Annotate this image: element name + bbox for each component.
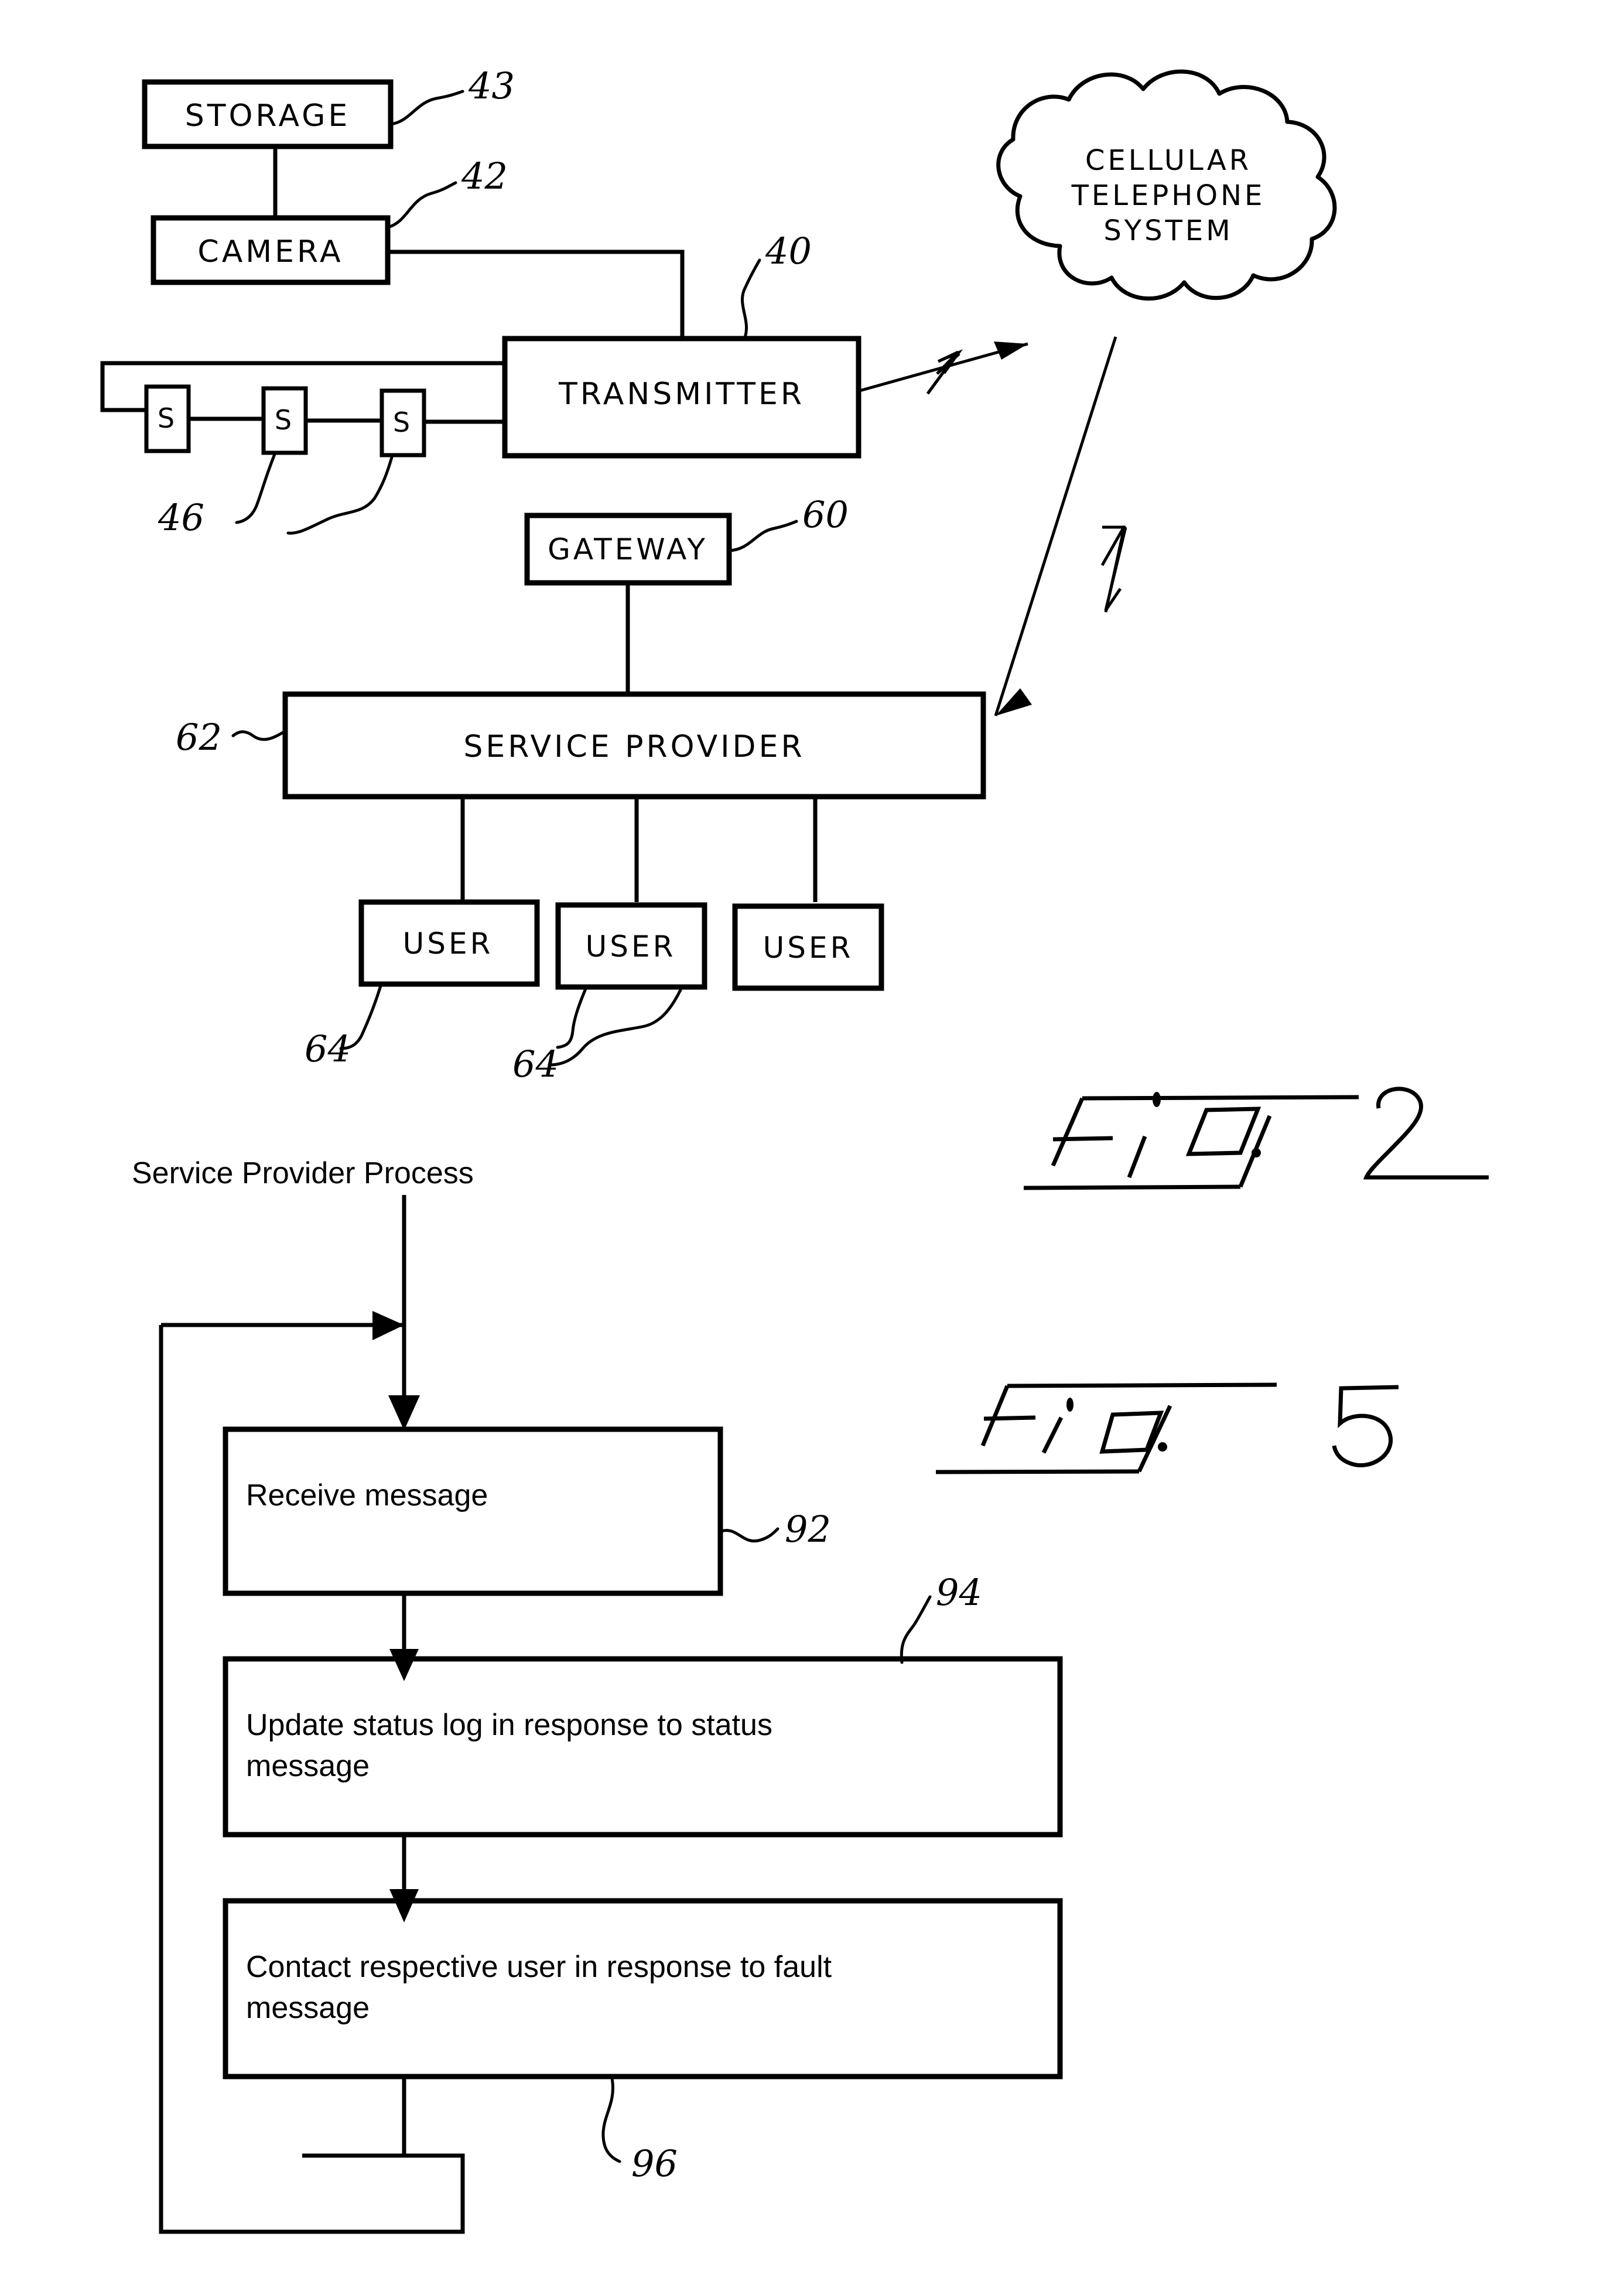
ref-number-62: 62 xyxy=(176,716,222,759)
transmitter-label: TRANSMITTER xyxy=(558,377,805,412)
camera-block: CAMERA xyxy=(151,215,391,285)
figure-5-group: Service Provider Process Receive message… xyxy=(132,1156,1399,2234)
link-94-96-arrowhead xyxy=(389,1889,419,1922)
service-provider-label: SERVICE PROVIDER xyxy=(463,729,805,764)
cloud-label-line-3: SYSTEM xyxy=(1103,214,1233,247)
feedback-arrowhead xyxy=(372,1311,404,1340)
ref-42-leader xyxy=(386,181,457,229)
ref-number-64-left: 64 xyxy=(305,1027,351,1070)
patent-figures-svg: STORAGE 43 CAMERA 42 TRANSMITTER 40 S S … xyxy=(100,64,1489,2234)
transmitter-block: TRANSMITTER xyxy=(502,336,861,459)
sensor-block-3: S xyxy=(379,388,426,457)
figure-5-caption xyxy=(935,1382,1399,1474)
figure-2-caption xyxy=(1023,1087,1489,1190)
user-3-label: USER xyxy=(763,931,854,965)
sensor-2-label: S xyxy=(275,404,295,436)
ref-92-leader xyxy=(720,1527,779,1543)
downlink-wireless-arrow xyxy=(994,336,1127,716)
gateway-block: GATEWAY xyxy=(524,513,732,586)
gateway-label: GATEWAY xyxy=(548,532,708,566)
storage-block: STORAGE xyxy=(142,79,394,149)
ref-number-92: 92 xyxy=(785,1508,831,1551)
cloud-label-line-1: CELLULAR xyxy=(1085,144,1252,177)
sensor-block-2: S xyxy=(261,386,308,455)
uplink-wireless-arrow xyxy=(859,342,1028,395)
link-camera-transmitter xyxy=(388,250,685,339)
step-96-label-line-1: Contact respective user in response to f… xyxy=(246,1950,832,1984)
user-block-3: USER xyxy=(732,903,884,991)
ref-number-60: 60 xyxy=(802,493,849,536)
camera-label: CAMERA xyxy=(197,234,343,269)
uplink-arrowhead xyxy=(994,342,1028,360)
ref-number-96: 96 xyxy=(631,2142,678,2185)
user-block-1: USER xyxy=(358,899,540,987)
patent-drawing-sheet: STORAGE 43 CAMERA 42 TRANSMITTER 40 S S … xyxy=(0,0,1624,2288)
ref-43-leader xyxy=(389,90,464,126)
ref-number-43: 43 xyxy=(468,64,515,107)
cloud-label-line-2: TELEPHONE xyxy=(1071,179,1266,212)
cellular-telephone-system-cloud: CELLULAR TELEPHONE SYSTEM xyxy=(996,69,1337,300)
sensor-block-1: S xyxy=(144,384,191,453)
ref-number-94: 94 xyxy=(936,1571,982,1614)
user-block-2: USER xyxy=(555,902,707,990)
ref-number-40: 40 xyxy=(765,230,812,272)
step-94-label-line-2: message xyxy=(246,1749,370,1783)
entry-arrowhead xyxy=(388,1395,420,1430)
ref-number-64-mid: 64 xyxy=(512,1043,559,1085)
step-96-block: Contact respective user in response to f… xyxy=(223,1898,1063,2079)
step-92-block: Receive message xyxy=(223,1426,723,1596)
figure-2-group: STORAGE 43 CAMERA 42 TRANSMITTER 40 S S … xyxy=(100,64,1489,1190)
ref-62-leader xyxy=(231,729,287,741)
step-94-block: Update status log in response to status … xyxy=(223,1656,1063,1838)
user-2-label: USER xyxy=(586,930,676,964)
ref-96-leader xyxy=(601,2077,621,2163)
ref-94-leader xyxy=(900,1595,932,1664)
service-provider-process-title: Service Provider Process xyxy=(132,1156,474,1190)
step-94-label-line-1: Update status log in response to status xyxy=(246,1708,772,1742)
ref-46-leader xyxy=(235,451,394,535)
user-1-label: USER xyxy=(403,927,494,961)
link-92-94-arrowhead xyxy=(389,1649,419,1681)
ref-60-leader xyxy=(727,520,798,552)
step-96-label-line-2: message xyxy=(246,1991,370,2025)
storage-label: STORAGE xyxy=(185,98,351,134)
sensor-3-label: S xyxy=(393,407,413,438)
ref-number-42: 42 xyxy=(461,155,508,197)
service-provider-block: SERVICE PROVIDER xyxy=(282,691,986,800)
step-92-label: Receive message xyxy=(246,1478,488,1512)
ref-64-mid-leader xyxy=(548,987,682,1067)
sensor-1-label: S xyxy=(158,402,177,434)
ref-number-46: 46 xyxy=(158,496,204,539)
ref-40-leader xyxy=(741,258,761,339)
